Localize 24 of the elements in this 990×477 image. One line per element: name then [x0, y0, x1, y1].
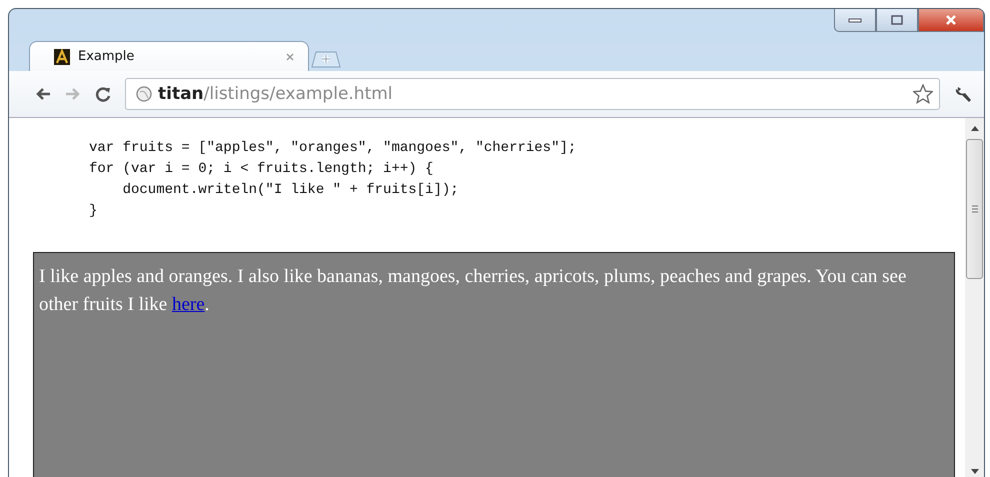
globe-icon — [136, 86, 152, 102]
maximize-icon — [891, 15, 903, 25]
scrollbar[interactable] — [965, 118, 984, 477]
browser-tab[interactable]: Example — [29, 41, 309, 71]
url-text: titan/listings/example.html — [158, 84, 394, 104]
close-icon — [945, 15, 957, 25]
maximize-button[interactable] — [876, 9, 918, 32]
minimize-button[interactable] — [834, 9, 876, 32]
wrench-icon[interactable] — [954, 84, 974, 104]
letter-a-favicon-icon — [54, 48, 70, 64]
grip-icon — [970, 205, 978, 213]
reload-icon[interactable] — [95, 86, 111, 102]
scroll-up-icon[interactable] — [970, 126, 978, 131]
close-window-button[interactable] — [918, 9, 984, 32]
minimize-icon — [848, 16, 862, 24]
paragraph: I like apples and oranges. I also like bananas, mangoes, cherries, apricots, plums, peaches and grapes. You can see other fruits I like here. — [39, 265, 908, 317]
address-bar[interactable]: titan/listings/example.html — [125, 78, 940, 110]
scroll-down-icon[interactable] — [970, 469, 978, 474]
tab-title: Example — [78, 49, 136, 64]
star-icon[interactable] — [913, 84, 933, 104]
code-listing: var fruits = ["apples", "oranges", "mangoes", "cherries"]; for (var i = 0; i < fruits.length; i++) { document.writeln("I like " + fruits[i]); } — [89, 139, 578, 221]
close-tab-icon[interactable] — [286, 52, 294, 60]
scroll-thumb[interactable] — [966, 139, 983, 279]
back-arrow-icon[interactable] — [35, 86, 51, 102]
